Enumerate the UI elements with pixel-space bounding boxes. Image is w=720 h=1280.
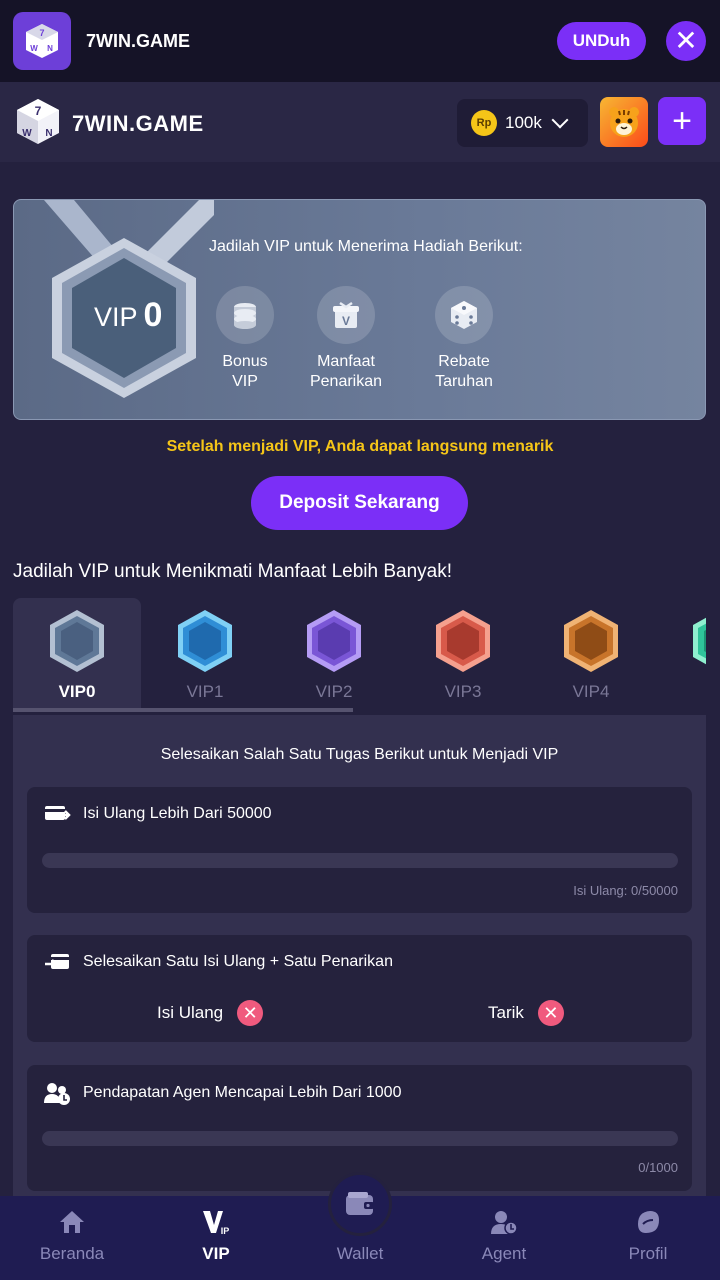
- vip-level-tabs: VIP0 VIP1 VIP2 VIP3 VIP4: [13, 598, 706, 713]
- vip1-gem-icon: [178, 610, 232, 672]
- vip0-gem-icon: [50, 610, 104, 672]
- app-logo-icon: 7 W N: [13, 12, 71, 70]
- nav-beranda[interactable]: Beranda: [0, 1196, 144, 1280]
- close-icon: ✕: [674, 25, 698, 56]
- nav-label: Agent: [481, 1244, 527, 1263]
- deposit-now-button[interactable]: Deposit Sekarang: [251, 476, 468, 530]
- vip-card-title: Jadilah VIP untuk Menerima Hadiah Beriku…: [209, 238, 523, 255]
- vip2-gem-icon: [307, 610, 361, 672]
- nav-label: Profil: [628, 1244, 668, 1263]
- task-label: Selesaikan Satu Isi Ulang + Satu Penarik…: [83, 953, 393, 970]
- perk-manfaat-penarikan: V Manfaat Penarikan: [301, 286, 391, 392]
- tab-label: V: [656, 682, 706, 702]
- nav-label: Beranda: [39, 1244, 105, 1263]
- tab-label: VIP4: [572, 682, 610, 701]
- task-label: Isi Ulang Lebih Dari 50000: [83, 805, 272, 822]
- vip-icon: IP: [201, 1208, 231, 1236]
- nav-label: Wallet: [336, 1244, 384, 1263]
- tab-vip3[interactable]: VIP3: [399, 598, 527, 710]
- tab-vip2[interactable]: VIP2: [270, 598, 398, 710]
- task-label: Pendapatan Agen Mencapai Lebih Dari 1000: [83, 1084, 402, 1101]
- tab-label: VIP3: [444, 682, 482, 701]
- plus-icon: +: [672, 102, 692, 140]
- download-banner: 7 W N 7WIN.GAME UNDuh ✕: [0, 0, 720, 82]
- task-recharge-withdraw: Selesaikan Satu Isi Ulang + Satu Penarik…: [27, 935, 692, 1042]
- requirement-recharge: Isi Ulang ✕: [157, 1000, 264, 1026]
- vip-withdraw-note: Setelah menjadi VIP, Anda dapat langsung…: [166, 438, 554, 455]
- tab-label: VIP1: [186, 682, 224, 701]
- gift-v-icon: V: [317, 286, 375, 344]
- tasks-panel-title: Selesaikan Salah Satu Tugas Berikut untu…: [160, 746, 559, 763]
- recharge-progress-text: Isi Ulang: 0/50000: [573, 883, 678, 898]
- section-title: Jadilah VIP untuk Menikmati Manfaat Lebi…: [13, 561, 453, 582]
- download-banner-title: 7WIN.GAME: [86, 31, 191, 51]
- tab-scroll-indicator: [13, 708, 353, 712]
- vip4-gem-icon: [564, 610, 618, 672]
- nav-agent[interactable]: Agent: [432, 1196, 576, 1280]
- vip-tasks-panel: Selesaikan Salah Satu Tugas Berikut untu…: [13, 715, 706, 1200]
- perk-label: Manfaat Penarikan: [309, 353, 383, 390]
- profile-icon: [633, 1208, 663, 1236]
- tab-vip0[interactable]: VIP0: [13, 598, 141, 710]
- perk-bonus-vip: Bonus VIP: [200, 286, 290, 392]
- tiger-avatar-icon: [609, 107, 639, 137]
- app-header: 7 W N 7WIN.GAME Rp 100k +: [0, 82, 720, 162]
- dice-icon: [435, 286, 493, 344]
- vip-badge-number: 0: [143, 296, 163, 334]
- card-recharge-icon: [45, 806, 71, 820]
- vip3-gem-icon: [436, 610, 490, 672]
- vip-rewards-card: VIP 0 Jadilah VIP untuk Menerima Hadiah …: [13, 199, 706, 420]
- svg-text:7: 7: [39, 28, 44, 38]
- balance-selector[interactable]: Rp 100k: [457, 99, 588, 147]
- transfer-icon: [45, 954, 69, 969]
- tab-vip1[interactable]: VIP1: [141, 598, 269, 710]
- home-icon: [57, 1208, 87, 1236]
- requirement-label: Isi Ulang: [157, 1003, 224, 1022]
- perk-label: Bonus VIP: [222, 353, 268, 390]
- perk-rebate-taruhan: Rebate Taruhan: [419, 286, 509, 392]
- svg-text:W: W: [30, 44, 38, 53]
- vip-level-badge: VIP 0: [94, 296, 162, 335]
- requirement-withdraw: Tarik ✕: [488, 1000, 564, 1026]
- wallet-icon[interactable]: [328, 1172, 392, 1236]
- nav-profil[interactable]: Profil: [576, 1196, 720, 1280]
- balance-value: 100k: [505, 113, 542, 132]
- svg-text:N: N: [47, 44, 53, 53]
- avatar[interactable]: [600, 97, 648, 147]
- task-recharge: Isi Ulang Lebih Dari 50000 Isi Ulang: 0/…: [27, 787, 692, 913]
- recharge-progress-bar: [42, 853, 678, 868]
- incomplete-icon: ✕: [237, 1000, 264, 1026]
- nav-label: VIP: [202, 1244, 230, 1263]
- vip-badge-label: VIP: [94, 302, 138, 332]
- svg-text:W: W: [22, 128, 32, 139]
- tab-label: VIP0: [58, 682, 96, 701]
- requirement-label: Tarik: [488, 1003, 524, 1022]
- rupiah-coin-icon: Rp: [471, 110, 497, 136]
- svg-text:IP: IP: [221, 1226, 230, 1236]
- agent-users-icon: [44, 1083, 70, 1105]
- add-funds-button[interactable]: +: [658, 97, 706, 145]
- agent-icon: [489, 1208, 519, 1236]
- incomplete-icon: ✕: [537, 1000, 564, 1026]
- agent-progress-text: 0/1000: [638, 1160, 678, 1175]
- perk-label: Rebate Taruhan: [435, 353, 493, 390]
- chevron-down-icon: [551, 111, 569, 129]
- agent-progress-bar: [42, 1131, 678, 1146]
- logo-icon[interactable]: 7 W N: [13, 96, 63, 146]
- nav-vip[interactable]: IP VIP: [144, 1196, 288, 1280]
- download-button[interactable]: UNDuh: [557, 22, 646, 60]
- tab-vip4[interactable]: VIP4: [527, 598, 655, 710]
- svg-text:V: V: [342, 314, 350, 328]
- tab-label: VIP2: [315, 682, 353, 701]
- svg-text:7: 7: [35, 104, 42, 118]
- header-logo-text: 7WIN.GAME: [72, 111, 204, 136]
- close-banner-button[interactable]: ✕: [666, 21, 706, 61]
- svg-text:N: N: [45, 128, 52, 139]
- vip5-gem-icon: [693, 617, 706, 665]
- tab-vip5[interactable]: V: [656, 598, 706, 710]
- coin-stack-icon: [216, 286, 274, 344]
